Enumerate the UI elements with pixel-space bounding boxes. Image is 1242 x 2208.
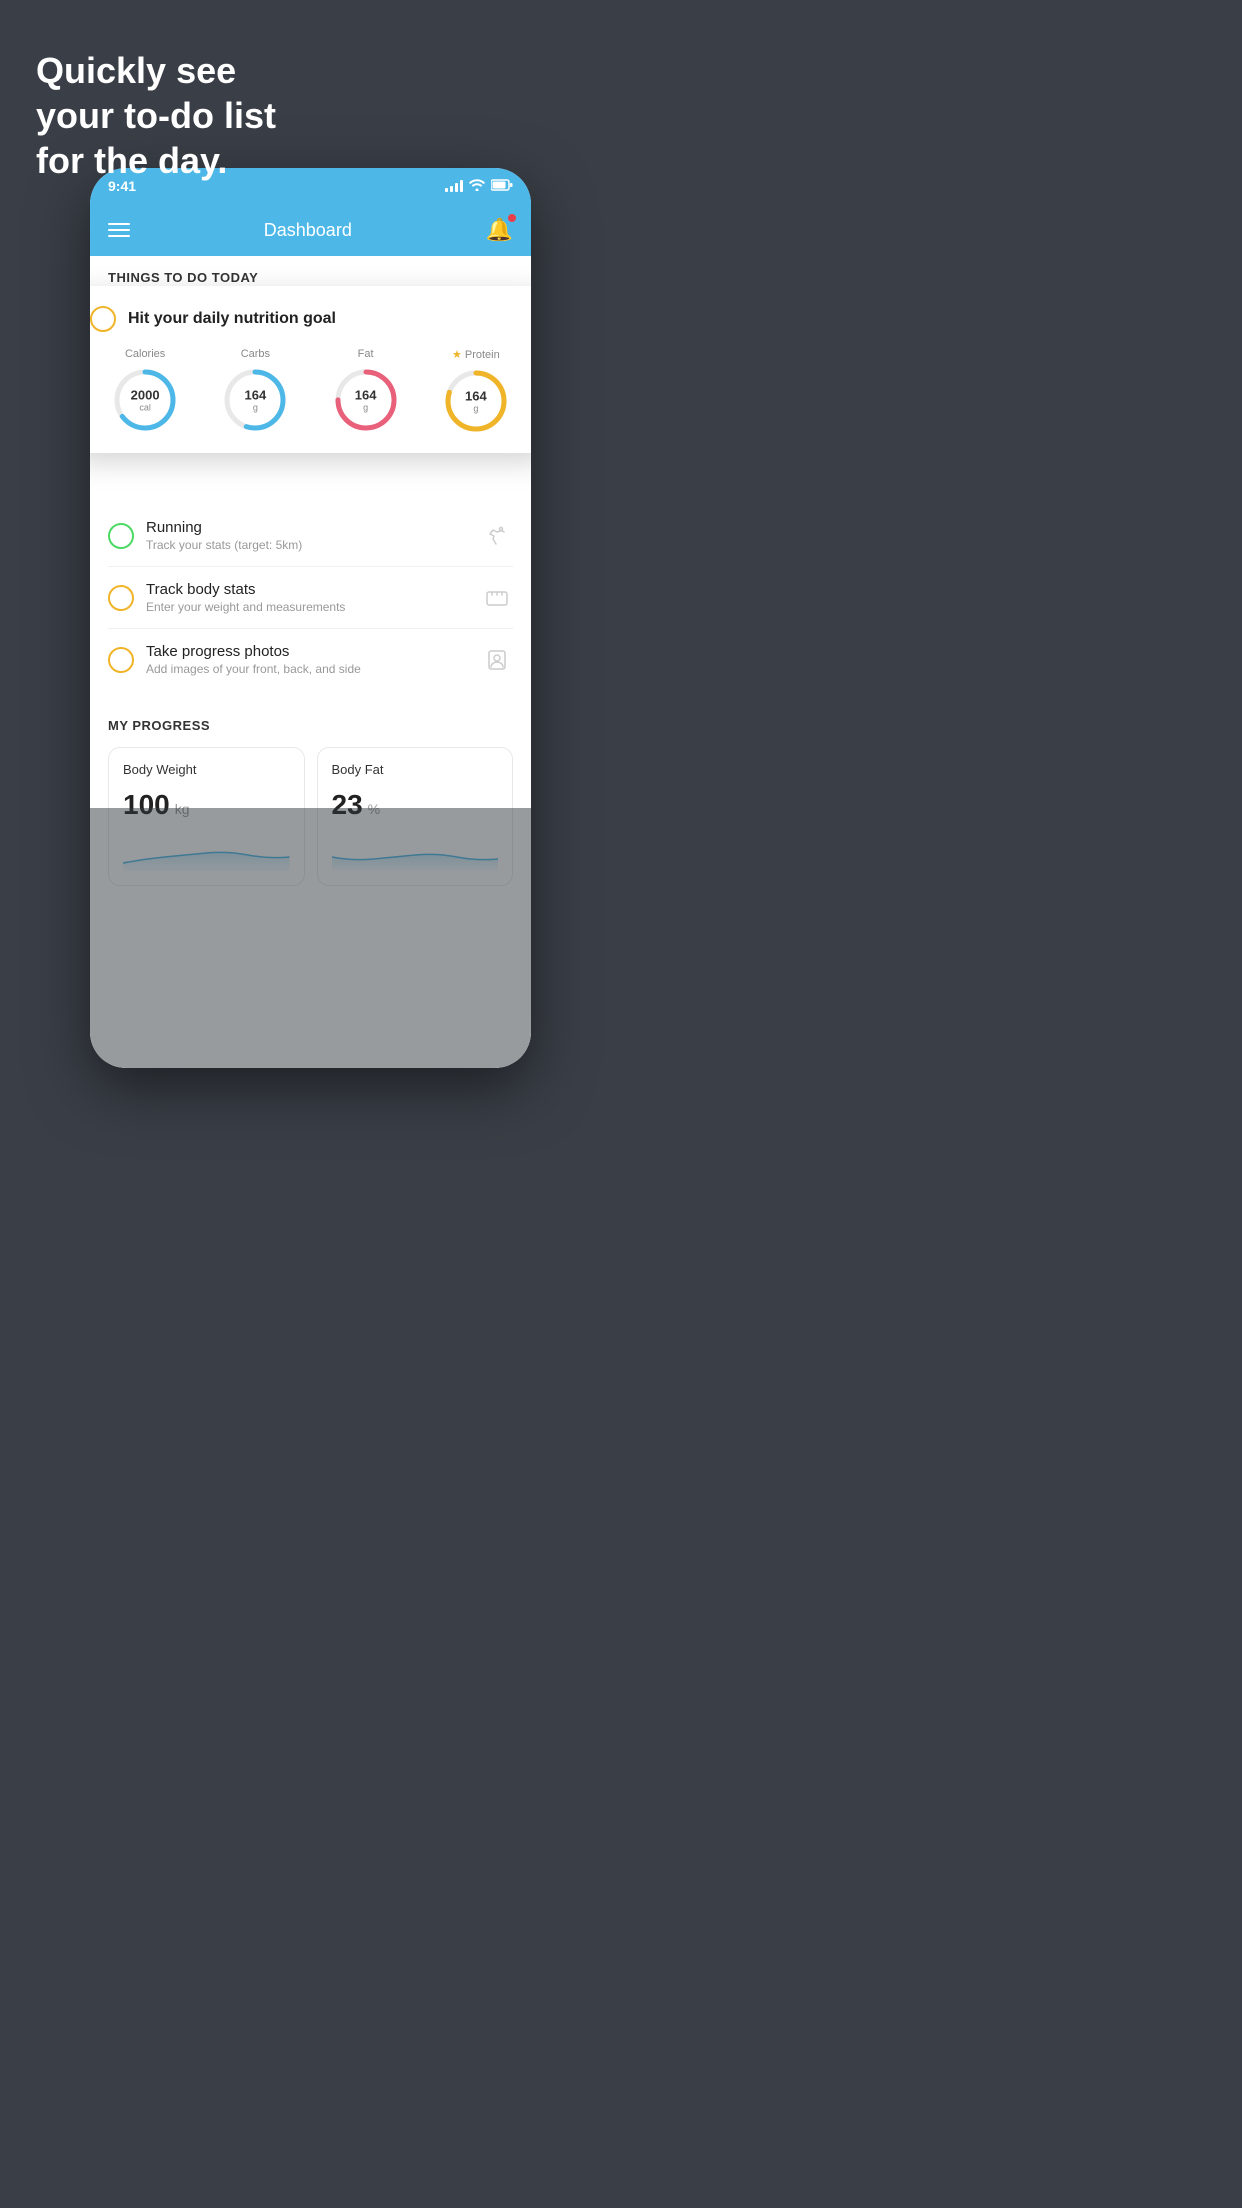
macro-calories-ring: 2000 cal — [111, 366, 179, 434]
progress-section-header: MY PROGRESS — [108, 718, 513, 733]
macro-protein-unit: g — [465, 404, 487, 414]
macro-protein-ring: 164 g — [442, 367, 510, 435]
running-title: Running — [146, 519, 469, 536]
scale-icon — [481, 582, 513, 614]
card-backdrop — [90, 808, 531, 1068]
running-subtitle: Track your stats (target: 5km) — [146, 538, 469, 552]
macro-fat-ring: 164 g — [332, 366, 400, 434]
macro-carbs-ring: 164 g — [221, 366, 289, 434]
body-stats-subtitle: Enter your weight and measurements — [146, 600, 469, 614]
nutrition-checkbox[interactable] — [90, 306, 116, 332]
wifi-icon — [469, 179, 485, 194]
status-icons — [445, 179, 513, 194]
body-fat-card-title: Body Fat — [332, 762, 499, 777]
macros-row: Calories 2000 cal Carbs — [90, 348, 531, 435]
running-text: Running Track your stats (target: 5km) — [146, 519, 469, 552]
macro-fat-label: Fat — [358, 348, 374, 360]
macro-fat: Fat 164 g — [332, 348, 400, 434]
todo-list: Running Track your stats (target: 5km) T… — [90, 505, 531, 690]
photos-subtitle: Add images of your front, back, and side — [146, 662, 469, 676]
photos-title: Take progress photos — [146, 643, 469, 660]
phone-frame: 9:41 — [90, 168, 531, 1068]
todo-item-running[interactable]: Running Track your stats (target: 5km) — [108, 505, 513, 567]
signal-icon — [445, 180, 463, 192]
macro-calories-value-container: 2000 cal — [131, 388, 160, 413]
notification-bell-button[interactable]: 🔔 — [486, 217, 513, 243]
macro-carbs-unit: g — [245, 403, 267, 413]
running-icon — [481, 520, 513, 552]
macro-calories-value: 2000 — [131, 388, 160, 403]
macro-protein-value-container: 164 g — [465, 389, 487, 414]
macro-carbs-label: Carbs — [241, 348, 270, 360]
macro-carbs-value: 164 — [245, 388, 267, 403]
running-checkbox[interactable] — [108, 523, 134, 549]
nav-header: Dashboard 🔔 — [90, 204, 531, 256]
macro-calories: Calories 2000 cal — [111, 348, 179, 434]
macro-fat-value: 164 — [355, 388, 377, 403]
notification-dot — [508, 214, 516, 222]
macro-calories-label: Calories — [125, 348, 165, 360]
photos-text: Take progress photos Add images of your … — [146, 643, 469, 676]
star-icon: ★ — [452, 348, 462, 361]
body-weight-card-title: Body Weight — [123, 762, 290, 777]
nutrition-card: Hit your daily nutrition goal Calories 2… — [90, 286, 531, 453]
nutrition-card-title-row: Hit your daily nutrition goal — [90, 306, 531, 332]
macro-carbs-value-container: 164 g — [245, 388, 267, 413]
hero-text: Quickly see your to-do list for the day. — [36, 48, 276, 183]
macro-fat-value-container: 164 g — [355, 388, 377, 413]
photos-checkbox[interactable] — [108, 647, 134, 673]
body-stats-text: Track body stats Enter your weight and m… — [146, 581, 469, 614]
body-stats-title: Track body stats — [146, 581, 469, 598]
todo-item-body-stats[interactable]: Track body stats Enter your weight and m… — [108, 567, 513, 629]
menu-button[interactable] — [108, 223, 130, 237]
macro-protein-label: ★ Protein — [452, 348, 500, 361]
macro-calories-unit: cal — [131, 403, 160, 413]
macro-protein-value: 164 — [465, 389, 487, 404]
body-stats-checkbox[interactable] — [108, 585, 134, 611]
nav-title: Dashboard — [264, 220, 352, 241]
macro-protein-label-text: Protein — [465, 349, 500, 361]
nutrition-card-title: Hit your daily nutrition goal — [128, 310, 336, 328]
macro-fat-unit: g — [355, 403, 377, 413]
portrait-icon — [481, 644, 513, 676]
macro-carbs: Carbs 164 g — [221, 348, 289, 434]
content-area: THINGS TO DO TODAY Hit your daily nutrit… — [90, 256, 531, 1068]
macro-protein: ★ Protein 164 g — [442, 348, 510, 435]
todo-item-photos[interactable]: Take progress photos Add images of your … — [108, 629, 513, 690]
battery-icon — [491, 179, 513, 194]
